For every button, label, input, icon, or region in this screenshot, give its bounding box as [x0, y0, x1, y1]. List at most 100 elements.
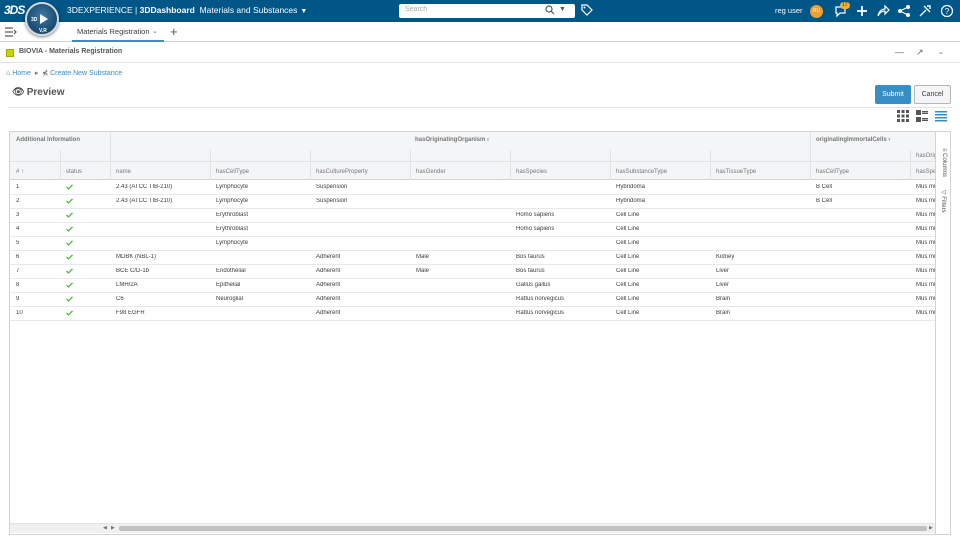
cell-has-species: Bos taurus [516, 268, 545, 274]
table-row[interactable]: 9 C6 Neuroglial Adherent Rattus norvegicus Ce… [10, 293, 935, 307]
breadcrumb-home[interactable]: Home [12, 70, 31, 77]
chevron-down-icon[interactable]: ⌄ [938, 48, 944, 56]
chevron-down-icon[interactable]: ⌄ [152, 27, 158, 35]
cell-has-tissue-type: Liver [716, 268, 730, 274]
avatar[interactable]: RU [810, 5, 823, 18]
cancel-button[interactable]: Cancel [914, 85, 951, 104]
horizontal-scrollbar[interactable]: ◀ ▶ ▶ [10, 523, 935, 533]
scroll-right-icon[interactable]: ▶ [111, 525, 115, 531]
tag-icon[interactable] [581, 4, 593, 16]
col-header-status[interactable]: status [66, 169, 82, 175]
cell-has-species-2: Mus mu [916, 198, 935, 204]
table-row[interactable]: 7 BCE C/D-1b Endothelial Adherent Male Bos ta… [10, 265, 935, 279]
ds-logo: 3DS [4, 3, 25, 17]
add-tab-button[interactable]: + [170, 24, 178, 39]
cell-number: 9 [16, 296, 20, 302]
minimize-icon[interactable]: — [895, 47, 904, 57]
cell-number: 6 [16, 254, 20, 260]
search-icon[interactable] [545, 5, 555, 15]
scroll-right-icon[interactable]: ▶ [929, 525, 933, 531]
cell-has-substance-type: Cell Line [616, 310, 640, 316]
group-cells-label: originatingImmortalCells [816, 137, 887, 143]
cell-has-cell-type: Erythroblast [216, 226, 249, 232]
cell-has-species: Rattus norvegicus [516, 310, 565, 316]
group-has-originating-organism[interactable]: hasOriginatingOrganism ‹ [415, 137, 489, 143]
menu-icon[interactable] [5, 27, 17, 37]
cell-has-cell-type: Neuroglial [216, 296, 244, 302]
table-row[interactable]: 4 Erythroblast Homo sapiens Cell Line Mus mu [10, 223, 935, 237]
tools-icon[interactable] [918, 4, 932, 18]
network-icon[interactable] [897, 4, 911, 18]
group-originating-immortal-cells[interactable]: originatingImmortalCells ‹ [816, 137, 890, 143]
col-number-label: # [16, 169, 20, 175]
cell-has-species-2: Mus mu [916, 212, 935, 218]
cell-has-species-2: Mus mu [916, 254, 935, 260]
col-header-has-culture-property[interactable]: hasCultureProperty [316, 169, 368, 175]
search-input[interactable]: Search [405, 6, 427, 13]
cell-has-cell-type: Endothelial [216, 268, 246, 274]
cell-has-substance-type: Cell Line [616, 254, 640, 260]
brand-title[interactable]: 3DEXPERIENCE | 3DDashboard Materials and… [67, 5, 307, 15]
dashboard-name: Materials and Substances [199, 5, 298, 15]
col-header-has-species-2[interactable]: hasSpe [916, 169, 935, 175]
grid-body: Additional Information hasOriginatingOrg… [10, 132, 935, 534]
table-row[interactable]: 2 2.43 (ATCC TIB-210) Lymphocyte Suspension… [10, 195, 935, 209]
cell-has-species: Gallus gallus [516, 282, 551, 288]
table-row[interactable]: 8 LMH/2A Epithelial Adherent Gallus gallus Ce… [10, 279, 935, 293]
cell-has-species-2: Mus mu [916, 296, 935, 302]
table-row[interactable]: 3 Erythroblast Homo sapiens Cell Line Mus mu [10, 209, 935, 223]
col-header-cells-has-cell-type[interactable]: hasCellType [816, 169, 849, 175]
user-name[interactable]: reg user [775, 6, 803, 15]
cell-name: 2.43 (ATCC TIB-210) [116, 198, 173, 204]
submit-button[interactable]: Submit [875, 85, 911, 104]
col-header-has-gender[interactable]: hasGender [416, 169, 446, 175]
grid-view-icon[interactable] [897, 110, 909, 122]
col-header-number[interactable]: # ↑ [16, 169, 24, 175]
panel-header: BIOVIA - Materials Registration — ↗ ⌄ [0, 43, 960, 63]
tab-materials-registration[interactable]: Materials Registration ⌄ [72, 22, 164, 42]
cell-number: 7 [16, 268, 20, 274]
home-icon[interactable]: ⌂ [6, 70, 10, 77]
breadcrumb-current[interactable]: Create New Substance [50, 70, 122, 77]
search-scope-chevron-icon[interactable]: ▼ [559, 6, 566, 13]
scrollbar-thumb[interactable] [119, 526, 927, 531]
col-header-name[interactable]: name [116, 169, 131, 175]
divider [410, 150, 411, 180]
divider [8, 107, 952, 108]
cell-number: 4 [16, 226, 20, 232]
filters-side-tab[interactable]: ▽ Filters [940, 190, 947, 213]
maximize-icon[interactable]: ↗ [916, 47, 924, 58]
plus-icon[interactable] [855, 4, 869, 18]
group-cells-sub-label: hasOrig [916, 153, 935, 159]
columns-side-tab[interactable]: ≡ Columns [941, 148, 947, 177]
list-view-icon[interactable] [935, 110, 947, 122]
cell-has-species-2: Mus mu [916, 226, 935, 232]
col-header-has-substance-type[interactable]: hasSubstanceType [616, 169, 667, 175]
cell-has-substance-type: Hybridoma [616, 198, 646, 204]
tile-view-icon[interactable] [916, 110, 928, 122]
compass-widget[interactable]: 3D V,R [25, 2, 59, 36]
check-icon [66, 268, 73, 274]
table-row[interactable]: 10 F98 EGFR Adherent Rattus norvegicus Cell … [10, 307, 935, 321]
network-icon: ⋠ [42, 70, 49, 77]
data-grid: Additional Information hasOriginatingOrg… [9, 131, 951, 535]
cell-has-species: Homo sapiens [516, 212, 555, 218]
breadcrumb-separator: ▸ [34, 70, 39, 77]
cell-has-culture-property: Adherent [316, 254, 341, 260]
table-row[interactable]: 1 2.43 (ATCC TIB-210) Lymphocyte Suspension… [10, 181, 935, 195]
table-row[interactable]: 5 Lymphocyte Cell Line Mus mu [10, 237, 935, 251]
check-icon [66, 212, 73, 218]
scroll-left-icon[interactable]: ◀ [103, 525, 107, 531]
col-header-has-tissue-type[interactable]: hasTissueType [716, 169, 756, 175]
search-box[interactable]: Search ▼ [399, 4, 575, 18]
table-row[interactable]: 6 MDBK (NBL-1) Adherent Male Bos taurus Cell … [10, 251, 935, 265]
col-header-has-cell-type[interactable]: hasCellType [216, 169, 249, 175]
grid-side-panel: ≡ Columns ▽ Filters [935, 132, 950, 534]
cell-name: C6 [116, 296, 124, 302]
share-icon[interactable] [876, 4, 890, 18]
help-icon[interactable]: ? [940, 4, 954, 18]
cell-has-cell-type: Epithelial [216, 282, 241, 288]
cell-has-species: Homo sapiens [516, 226, 555, 232]
divider [910, 150, 911, 180]
col-header-has-species[interactable]: hasSpecies [516, 169, 547, 175]
